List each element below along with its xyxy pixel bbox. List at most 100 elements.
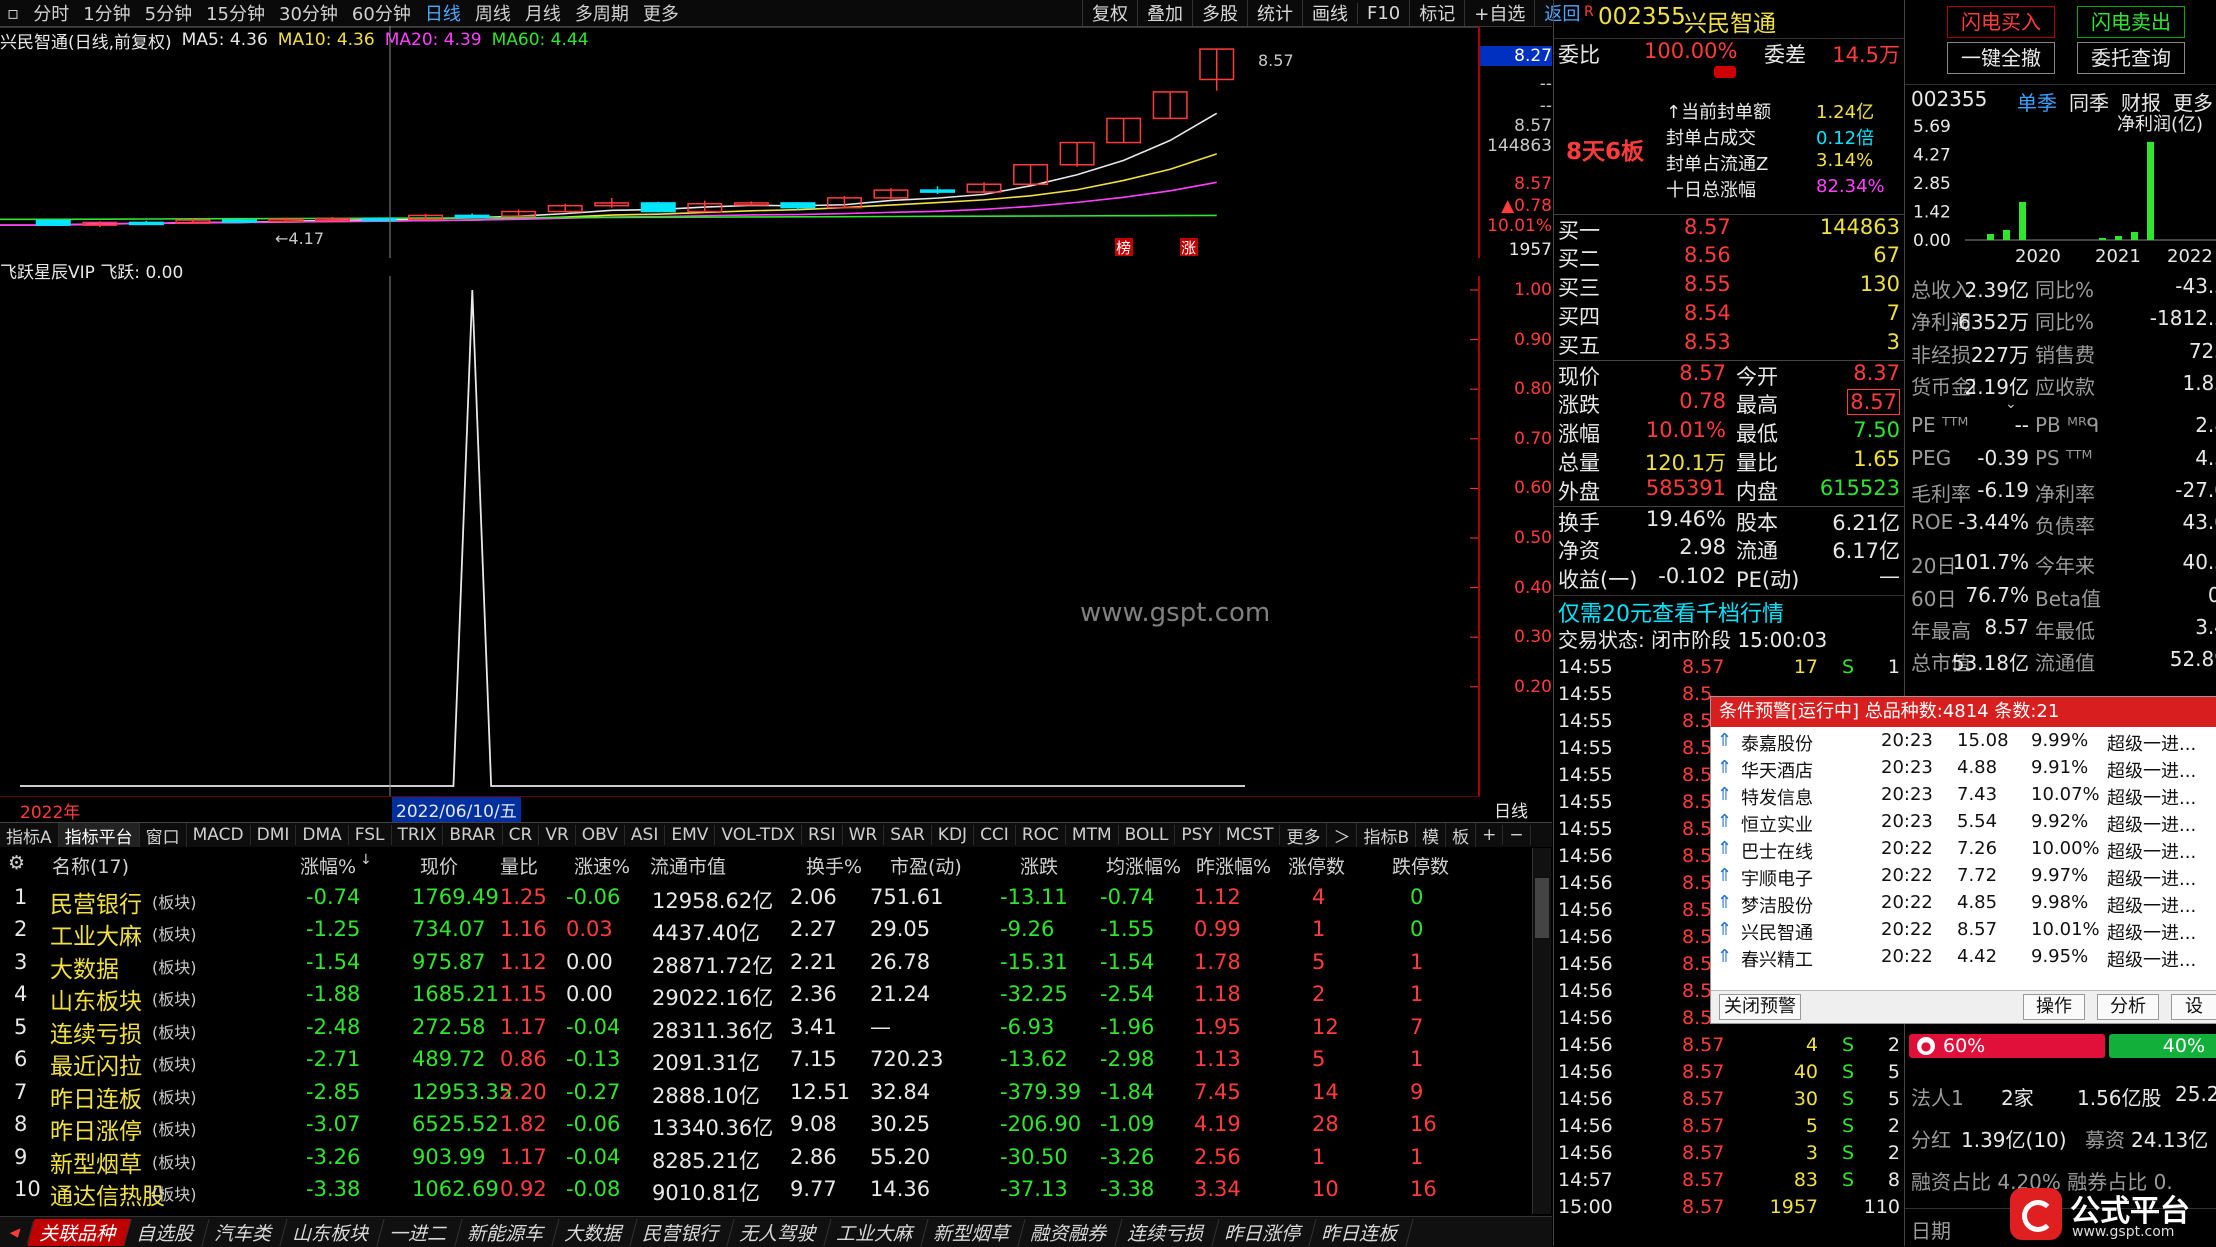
flash-sell-button[interactable]: 闪电卖出 [2077,6,2185,38]
indicator-tab[interactable]: DMI [251,825,297,845]
table-row[interactable]: 8 昨日涨停 (板块) -3.07 6525.52 1.82 -0.06 13340.36亿 9… [0,1108,1540,1145]
column-header[interactable]: 跌停数 [1392,852,1449,879]
tool-button[interactable]: F10 [1357,2,1409,24]
indicator-tab[interactable]: 指标平台 [58,823,140,847]
table-row[interactable]: 1 民营银行 (板块) -0.74 1769.49 1.25 -0.06 12958.62亿 2… [0,881,1540,918]
bottom-tab[interactable]: 关联品种 [26,1218,132,1246]
column-header[interactable]: 涨幅% [300,852,356,879]
period-tab[interactable]: 日线 [418,0,468,26]
tool-button[interactable]: 标记 [1409,0,1464,26]
indicator-tab[interactable]: BRAR [443,825,503,845]
indicator-tab[interactable]: CR [503,825,540,845]
period-tab[interactable]: 1分钟 [76,0,137,26]
period-tab[interactable]: 60分钟 [345,0,418,26]
alert-row[interactable]: ⇑ 兴民智通 20:22 8.57 10.01% 超级一进... [1711,916,2216,944]
indicator-tab[interactable]: + [1476,825,1504,845]
bottom-tab[interactable]: 昨日连板 [1309,1218,1414,1246]
period-tab[interactable]: 周线 [468,0,518,26]
bottom-tab[interactable]: 新能源车 [455,1218,560,1246]
indicator-tab[interactable]: VR [539,825,576,845]
column-header[interactable]: 市盈(动) [890,852,962,879]
tool-button[interactable]: 多股 [1192,0,1247,26]
bid-row[interactable]: 买五 8.53 3 [1554,330,1904,358]
indicator-tab[interactable]: BOLL [1119,825,1176,845]
flash-buy-button[interactable]: 闪电买入 [1947,6,2055,38]
table-scrollbar[interactable] [1532,848,1551,1214]
indicator-tab[interactable]: 板 [1446,823,1477,847]
alert-row[interactable]: ⇑ 春兴精工 20:22 4.42 9.95% 超级一进... [1711,943,2216,971]
bottom-tab[interactable]: 融资融券 [1018,1218,1123,1246]
bottom-tab[interactable]: 连续亏损 [1115,1218,1220,1246]
period-tab[interactable]: 月线 [518,0,568,26]
indicator-tab[interactable]: ASI [625,825,666,845]
column-header[interactable]: 涨停数 [1288,852,1345,879]
kline-chart[interactable]: 8.57 ←4.17 榜 涨 [0,26,1480,258]
indicator-tab[interactable]: 指标B [1357,823,1417,847]
indicator-tab[interactable]: DMA [296,825,349,845]
bottom-tab[interactable]: 工业大麻 [824,1218,929,1246]
period-tab[interactable]: 分时 [26,0,76,26]
period-tab[interactable]: 30分钟 [272,0,345,26]
indicator-tab[interactable]: 指标A [0,823,59,847]
expand-chevron-icon[interactable]: ⌄ [2005,396,2017,412]
column-header[interactable]: 现价 [420,852,458,879]
analyze-button[interactable]: 分析 [2097,994,2159,1020]
alert-row[interactable]: ⇑ 华天酒店 20:23 4.88 9.91% 超级一进... [1711,754,2216,782]
bid-row[interactable]: 买一 8.57 144863 [1554,214,1904,243]
bid-row[interactable]: 买三 8.55 130 [1554,272,1904,300]
indicator-tab[interactable]: SAR [884,825,932,845]
bid-row[interactable]: 买二 8.56 67 [1554,243,1904,271]
tool-button[interactable]: 画线 [1302,0,1357,26]
indicator-tab[interactable]: CCI [974,825,1016,845]
table-row[interactable]: 6 最近闪拉 (板块) -2.71 489.72 0.86 -0.13 2091.31亿 7.1… [0,1043,1540,1080]
close-alert-button[interactable]: 关闭预警 [1719,994,1801,1020]
bottom-tab[interactable]: 汽车类 [201,1218,288,1246]
table-row[interactable]: 3 大数据 (板块) -1.54 975.87 1.12 0.00 28871.72亿 2.21… [0,946,1540,983]
promo-row[interactable]: 仅需20元查看千档行情 [1554,595,1904,627]
period-tab[interactable]: 更多 [636,0,686,26]
alert-row[interactable]: ⇑ 宇顺电子 20:22 7.72 9.97% 超级一进... [1711,862,2216,890]
indicator-tab[interactable]: FSL [349,825,392,845]
indicator-tab[interactable]: MACD [187,825,251,845]
column-header[interactable]: 均涨幅% [1106,852,1181,879]
period-tab[interactable]: 15分钟 [199,0,272,26]
table-row[interactable]: 7 昨日连板 (板块) -2.85 12953.35 2.20 -0.27 2888.10亿 1… [0,1076,1540,1113]
bid-row[interactable]: 买四 8.54 7 [1554,301,1904,329]
tool-button[interactable]: 叠加 [1137,0,1192,26]
bottom-tab[interactable]: 自选股 [123,1218,210,1246]
column-header[interactable]: 涨跌 [1020,852,1058,879]
indicator-tab[interactable]: MCST [1220,825,1281,845]
operate-button[interactable]: 操作 [2023,994,2085,1020]
collapse-icon[interactable] [1714,66,1736,78]
scrollbar-thumb[interactable] [1535,878,1549,938]
indicator-tab[interactable]: OBV [576,825,625,845]
indicator-tab[interactable]: RSI [802,825,843,845]
alert-row[interactable]: ⇑ 梦洁股份 20:22 4.85 9.98% 超级一进... [1711,889,2216,917]
column-header[interactable]: 名称(17) [52,852,129,879]
indicator-tab[interactable]: TRIX [392,825,444,845]
bottom-tab[interactable]: 一进二 [376,1218,463,1246]
indicator-chart[interactable] [0,276,1480,796]
column-header[interactable]: 流通市值 [650,852,726,879]
alert-row[interactable]: ⇑ 巴士在线 20:22 7.26 10.00% 超级一进... [1711,835,2216,863]
indicator-tab[interactable]: WR [843,825,885,845]
tool-button[interactable]: +自选 [1464,0,1534,26]
column-header[interactable]: 量比 [500,852,538,879]
settings-gear-icon[interactable]: ⚙ [8,852,25,874]
bottom-tab[interactable]: 昨日涨停 [1212,1218,1317,1246]
alert-row[interactable]: ⇑ 恒立实业 20:23 5.54 9.92% 超级一进... [1711,808,2216,836]
tool-button[interactable]: 统计 [1247,0,1302,26]
indicator-tab[interactable]: PSY [1175,825,1220,845]
window-menu-icon[interactable]: ▫ [0,3,26,24]
indicator-tab[interactable]: ＞ [1327,823,1358,847]
column-header[interactable]: 涨速% [574,852,630,879]
indicator-tab[interactable]: ROC [1016,825,1066,845]
table-row[interactable]: 9 新型烟草 (板块) -3.26 903.99 1.17 -0.04 8285.21亿 2.8… [0,1141,1540,1178]
indicator-tab[interactable]: 窗口 [140,823,187,847]
tool-button[interactable]: 复权 [1082,0,1137,26]
order-query-button[interactable]: 委托查询 [2077,42,2185,74]
column-header[interactable]: 昨涨幅% [1196,852,1271,879]
indicator-tab[interactable]: VOL-TDX [715,825,802,845]
table-row[interactable]: 5 连续亏损 (板块) -2.48 272.58 1.17 -0.04 28311.36亿 3.… [0,1011,1540,1048]
bottom-tab[interactable]: 无人驾驶 [727,1218,832,1246]
